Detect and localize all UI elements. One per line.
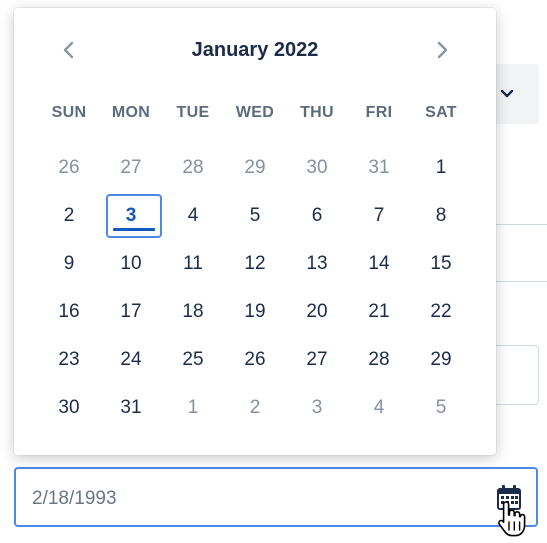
day-cell[interactable]: 1: [410, 144, 472, 192]
day-cell-outside-month[interactable]: 5: [410, 384, 472, 432]
day-cell[interactable]: 19: [224, 288, 286, 336]
day-cell[interactable]: 11: [162, 240, 224, 288]
day-cell-outside-month[interactable]: 29: [224, 144, 286, 192]
day-cell[interactable]: 7: [348, 192, 410, 240]
day-cell[interactable]: 17: [100, 288, 162, 336]
day-cell-outside-month[interactable]: 4: [348, 384, 410, 432]
weekday-header: FRI: [365, 104, 393, 121]
day-cell-outside-month[interactable]: 2: [224, 384, 286, 432]
day-cell[interactable]: 31: [100, 384, 162, 432]
calendar-icon[interactable]: [494, 483, 524, 513]
weekday-header: SAT: [425, 104, 457, 121]
month-title: January 2022: [191, 39, 319, 61]
day-cell-outside-month[interactable]: 1: [162, 384, 224, 432]
day-cell[interactable]: 26: [224, 336, 286, 384]
weekday-header: MON: [111, 104, 151, 121]
day-cell[interactable]: 28: [348, 336, 410, 384]
day-cell[interactable]: 15: [410, 240, 472, 288]
day-cell[interactable]: 10: [100, 240, 162, 288]
day-cell[interactable]: 16: [38, 288, 100, 336]
weekday-header: THU: [300, 104, 334, 121]
chevron-down-icon: [500, 89, 514, 98]
day-cell[interactable]: 6: [286, 192, 348, 240]
day-cell[interactable]: 20: [286, 288, 348, 336]
day-cell[interactable]: 14: [348, 240, 410, 288]
day-cell[interactable]: 9: [38, 240, 100, 288]
day-cell[interactable]: 27: [286, 336, 348, 384]
date-input-field[interactable]: [14, 467, 538, 527]
date-picker-popup: January 2022 SUN MON TUE WED THU FRI SAT…: [14, 8, 496, 455]
day-cell-outside-month[interactable]: 27: [100, 144, 162, 192]
day-cell[interactable]: 13: [286, 240, 348, 288]
day-cell[interactable]: 29: [410, 336, 472, 384]
day-cell[interactable]: 25: [162, 336, 224, 384]
day-cell[interactable]: 22: [410, 288, 472, 336]
day-cell[interactable]: 18: [162, 288, 224, 336]
day-cell[interactable]: 21: [348, 288, 410, 336]
day-cell-outside-month[interactable]: 31: [348, 144, 410, 192]
day-cell-today[interactable]: 3: [100, 192, 162, 240]
day-cell[interactable]: 12: [224, 240, 286, 288]
weekday-header: WED: [235, 104, 275, 121]
calendar-header: January 2022: [14, 30, 496, 70]
weekday-header: TUE: [176, 104, 210, 121]
day-cell-outside-month[interactable]: 30: [286, 144, 348, 192]
day-cell-outside-month[interactable]: 26: [38, 144, 100, 192]
calendar-grid: SUN MON TUE WED THU FRI SAT 26 27 28 29 30 31…: [38, 96, 472, 432]
day-cell[interactable]: 23: [38, 336, 100, 384]
day-cell[interactable]: 24: [100, 336, 162, 384]
day-cell[interactable]: 8: [410, 192, 472, 240]
weekday-header: SUN: [51, 104, 87, 121]
chevron-right-icon[interactable]: [430, 38, 454, 62]
day-cell[interactable]: 2: [38, 192, 100, 240]
date-input[interactable]: [30, 484, 474, 514]
day-cell-outside-month[interactable]: 28: [162, 144, 224, 192]
day-cell[interactable]: 4: [162, 192, 224, 240]
day-cell[interactable]: 30: [38, 384, 100, 432]
day-cell[interactable]: 5: [224, 192, 286, 240]
day-cell-outside-month[interactable]: 3: [286, 384, 348, 432]
